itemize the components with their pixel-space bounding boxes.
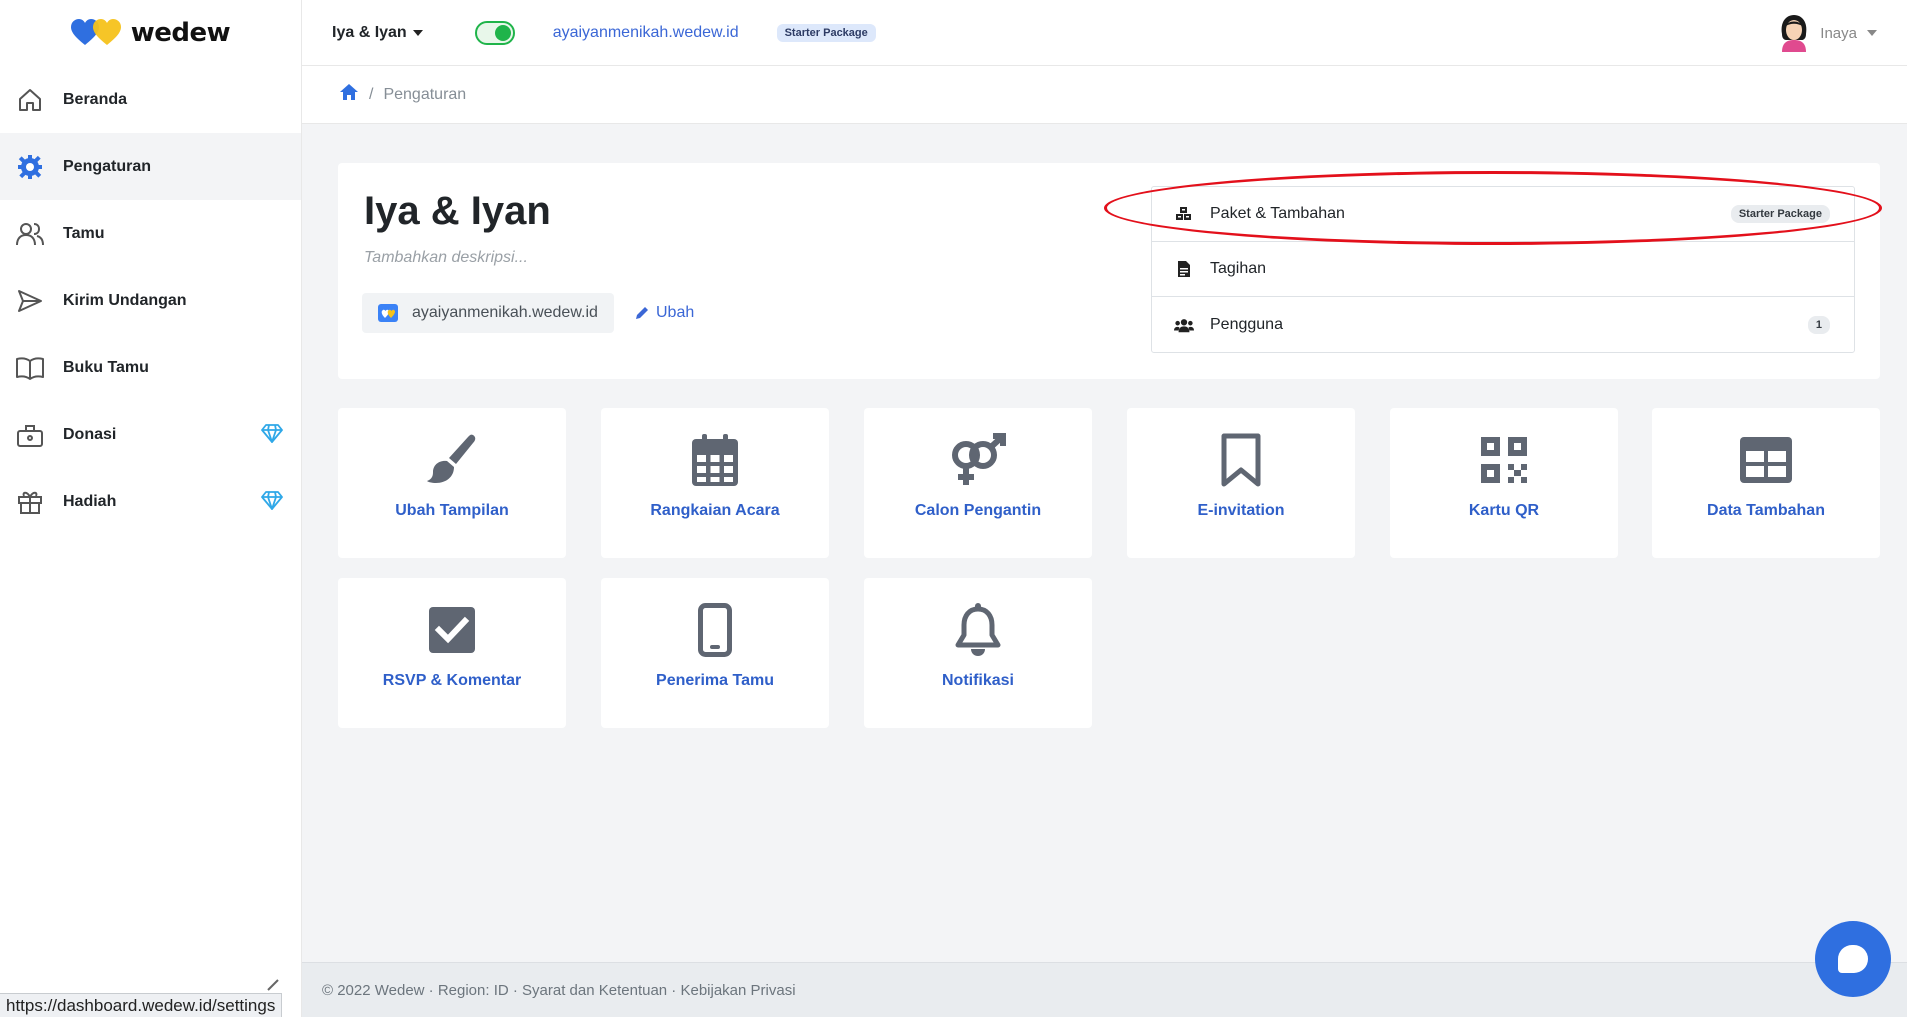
event-domain-text: ayaiyanmenikah.wedew.id bbox=[412, 304, 598, 321]
event-info-card: Iya & Iyan Tambahkan deskripsi... ayaiya… bbox=[338, 163, 1880, 379]
user-menu[interactable]: Inaya bbox=[1778, 14, 1877, 52]
sidebar-item-label: Pengaturan bbox=[63, 157, 152, 175]
brand-logo[interactable]: wedew bbox=[0, 0, 301, 66]
menu-item-label: Paket & Tambahan bbox=[1210, 205, 1345, 222]
bell-icon bbox=[955, 602, 1001, 658]
sidebar-item-donasi[interactable]: Donasi bbox=[0, 401, 301, 468]
sidebar-item-label: Donasi bbox=[63, 425, 117, 443]
donation-box-icon bbox=[16, 421, 44, 449]
send-icon bbox=[16, 287, 44, 315]
event-switcher-label: Iya & Iyan bbox=[332, 23, 407, 41]
gift-icon bbox=[16, 488, 44, 516]
chat-bubble-icon bbox=[1838, 945, 1868, 973]
tile-rsvp-komentar[interactable]: RSVP & Komentar bbox=[338, 578, 566, 728]
status-url-text: https://dashboard.wedew.id/settings bbox=[6, 995, 276, 1015]
tile-ubah-tampilan[interactable]: Ubah Tampilan bbox=[338, 408, 566, 558]
brand-name: wedew bbox=[130, 18, 231, 48]
tile-label: Rangkaian Acara bbox=[650, 502, 780, 519]
package-badge: Starter Package bbox=[776, 23, 876, 42]
bookmark-icon bbox=[1221, 432, 1261, 488]
menu-item-tagihan[interactable]: Tagihan bbox=[1152, 242, 1854, 297]
gear-icon bbox=[16, 153, 44, 181]
sidebar: wedew Beranda Pengaturan Tamu Kirim Unda… bbox=[0, 0, 302, 1017]
heart-logo-icon bbox=[378, 304, 398, 322]
table-icon bbox=[1740, 432, 1792, 488]
sidebar-item-kirim-undangan[interactable]: Kirim Undangan bbox=[0, 267, 301, 334]
caret-down-icon bbox=[1867, 30, 1877, 36]
event-domain-link[interactable]: ayaiyanmenikah.wedew.id bbox=[553, 24, 739, 42]
invoice-icon bbox=[1174, 260, 1194, 278]
calendar-icon bbox=[692, 432, 738, 488]
tile-notifikasi[interactable]: Notifikasi bbox=[864, 578, 1092, 728]
tile-label: Ubah Tampilan bbox=[395, 502, 509, 519]
sidebar-item-beranda[interactable]: Beranda bbox=[0, 66, 301, 133]
users-group-icon bbox=[1174, 317, 1194, 333]
caret-down-icon bbox=[412, 29, 423, 36]
tile-rangkaian-acara[interactable]: Rangkaian Acara bbox=[601, 408, 829, 558]
event-domain-pill[interactable]: ayaiyanmenikah.wedew.id bbox=[362, 293, 614, 333]
edit-domain-button[interactable]: Ubah bbox=[634, 304, 694, 322]
breadcrumb-separator: / bbox=[369, 85, 374, 103]
breadcrumb-current: Pengaturan bbox=[383, 85, 467, 103]
tile-data-tambahan[interactable]: Data Tambahan bbox=[1652, 408, 1880, 558]
sidebar-item-hadiah[interactable]: Hadiah bbox=[0, 468, 301, 535]
event-description-field[interactable]: Tambahkan deskripsi... bbox=[364, 249, 528, 267]
tile-label: Calon Pengantin bbox=[914, 502, 1042, 519]
user-count-badge: 1 bbox=[1807, 315, 1830, 334]
users-icon bbox=[16, 220, 44, 248]
avatar bbox=[1781, 15, 1807, 52]
user-name: Inaya bbox=[1820, 24, 1857, 42]
footer-text: © 2022 Wedew · Region: ID · Syarat dan K… bbox=[322, 981, 796, 999]
tile-label: Data Tambahan bbox=[1707, 502, 1825, 519]
diamond-icon bbox=[261, 490, 283, 515]
tile-label: Kartu QR bbox=[1468, 502, 1540, 519]
toggle-knob bbox=[494, 24, 511, 41]
boxes-icon bbox=[1174, 206, 1194, 222]
tile-e-invitation[interactable]: E-invitation bbox=[1127, 408, 1355, 558]
sidebar-item-label: Hadiah bbox=[63, 492, 117, 510]
tile-label: Notifikasi bbox=[941, 672, 1014, 689]
sidebar-item-label: Beranda bbox=[63, 90, 128, 108]
home-icon bbox=[16, 86, 44, 114]
sidebar-item-label: Kirim Undangan bbox=[63, 291, 187, 309]
paint-brush-icon bbox=[426, 432, 478, 488]
heart-logo-icon bbox=[70, 19, 121, 45]
book-icon bbox=[16, 354, 44, 382]
pencil-icon bbox=[636, 307, 648, 319]
footer: © 2022 Wedew · Region: ID · Syarat dan K… bbox=[302, 962, 1907, 1017]
tile-penerima-tamu[interactable]: Penerima Tamu bbox=[601, 578, 829, 728]
breadcrumb: / Pengaturan bbox=[302, 66, 1907, 124]
tile-label: Penerima Tamu bbox=[656, 672, 774, 689]
sidebar-item-pengaturan[interactable]: Pengaturan bbox=[0, 133, 301, 200]
sidebar-item-tamu[interactable]: Tamu bbox=[0, 200, 301, 267]
tile-label: E-invitation bbox=[1197, 502, 1285, 519]
sidebar-item-buku-tamu[interactable]: Buku Tamu bbox=[0, 334, 301, 401]
browser-status-url: https://dashboard.wedew.id/settings bbox=[0, 993, 283, 1017]
check-square-icon bbox=[429, 602, 475, 658]
chat-support-button[interactable] bbox=[1815, 921, 1891, 997]
menu-item-label: Pengguna bbox=[1210, 315, 1283, 333]
event-switcher-dropdown[interactable]: Iya & Iyan bbox=[332, 24, 423, 42]
publish-toggle[interactable] bbox=[474, 20, 515, 45]
home-icon[interactable] bbox=[339, 83, 359, 106]
settings-menu-list: Paket & Tambahan Starter Package Tagihan… bbox=[1151, 186, 1855, 353]
tile-label: RSVP & Komentar bbox=[382, 672, 522, 689]
tile-calon-pengantin[interactable]: Calon Pengantin bbox=[864, 408, 1092, 558]
package-badge: Starter Package bbox=[1730, 205, 1830, 223]
menu-item-pengguna[interactable]: Pengguna 1 bbox=[1152, 297, 1854, 352]
tile-kartu-qr[interactable]: Kartu QR bbox=[1390, 408, 1618, 558]
edit-label: Ubah bbox=[656, 304, 695, 321]
sidebar-item-label: Tamu bbox=[63, 224, 105, 242]
menu-item-paket-tambahan[interactable]: Paket & Tambahan Starter Package bbox=[1152, 187, 1854, 242]
menu-item-label: Tagihan bbox=[1210, 260, 1267, 277]
topbar: Iya & Iyan ayaiyanmenikah.wedew.id Start… bbox=[302, 0, 1907, 66]
gender-icon bbox=[949, 432, 1007, 488]
sidebar-item-label: Buku Tamu bbox=[63, 358, 149, 376]
event-title: Iya & Iyan bbox=[364, 189, 551, 233]
qr-code-icon bbox=[1481, 432, 1527, 488]
diamond-icon bbox=[261, 423, 283, 448]
mobile-icon bbox=[698, 602, 732, 658]
